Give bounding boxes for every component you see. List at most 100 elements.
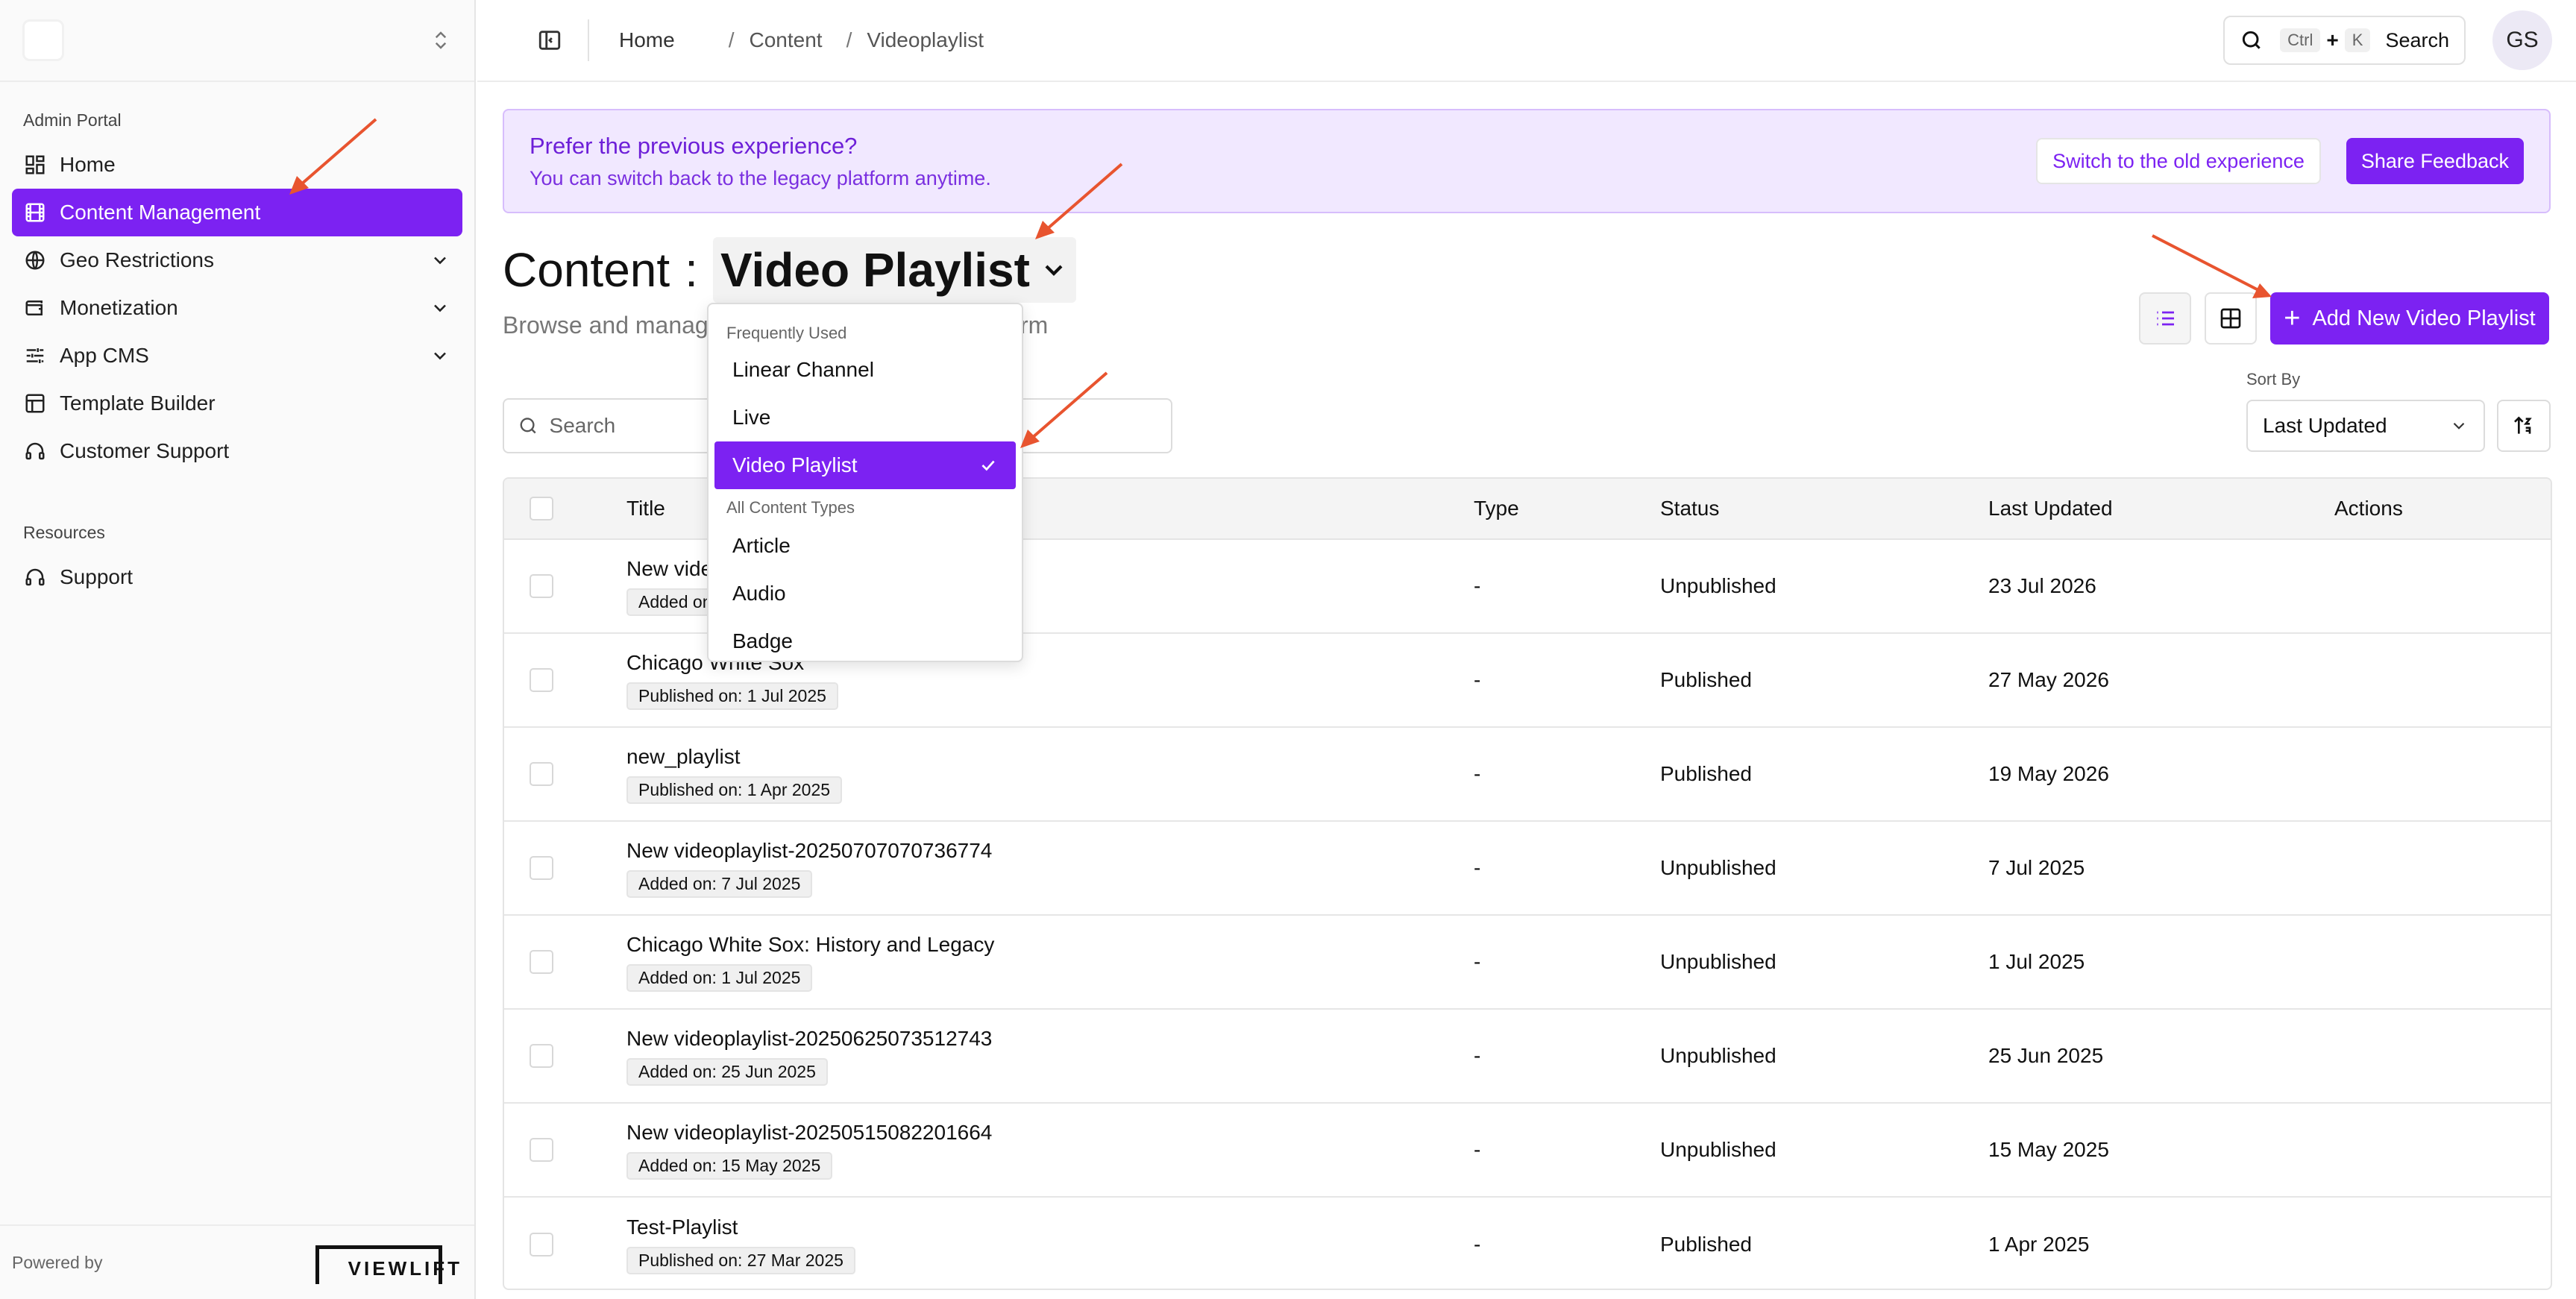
content-type-value: Video Playlist (720, 243, 1030, 297)
add-button-label: Add New Video Playlist (2312, 306, 2536, 330)
table-row[interactable]: New videoplaylist-20250515082201664 Added… (504, 1104, 2551, 1198)
row-title[interactable]: New videoplaylist-20250625073512743 (626, 1027, 1474, 1051)
breadcrumb-home[interactable]: Home (619, 28, 675, 52)
row-title[interactable]: New videoplaylist-20250707070736774 (626, 839, 1474, 863)
wallet-icon (25, 301, 43, 315)
dropdown-option-badge[interactable]: Badge (714, 617, 1016, 661)
row-last-updated: 23 Jul 2026 (1988, 574, 2096, 597)
row-checkbox[interactable] (530, 1138, 553, 1162)
row-status: Published (1660, 668, 1752, 691)
dropdown-option-audio[interactable]: Audio (714, 570, 1016, 617)
sidebar-item-app-cms[interactable]: App CMS (12, 332, 462, 380)
row-checkbox[interactable] (530, 856, 553, 880)
row-checkbox[interactable] (530, 1233, 553, 1256)
row-date-tag: Added on: 15 May 2025 (626, 1151, 833, 1180)
row-type: - (1474, 856, 1481, 879)
breadcrumb-current: Videoplaylist (867, 28, 984, 51)
row-title[interactable]: New videoplaylist-20250515082201664 (626, 1121, 1474, 1145)
row-title[interactable]: Test-Playlist (626, 1215, 1474, 1239)
dropdown-option-label: Video Playlist (732, 453, 858, 476)
layout-icon (25, 394, 45, 413)
chevron-down-icon[interactable] (430, 298, 450, 318)
sidebar: Admin Portal Home Content Management Geo… (0, 0, 476, 1299)
sort-direction-button[interactable] (2497, 400, 2551, 452)
row-checkbox[interactable] (530, 762, 553, 786)
globe-icon (25, 251, 45, 270)
sort-direction-icon (2514, 416, 2532, 434)
sidebar-item-support[interactable]: Support (12, 553, 462, 601)
shortcut-plus: + (2326, 28, 2339, 51)
search-icon (520, 418, 536, 434)
table-row[interactable]: Test-Playlist Published on: 27 Mar 2025 -… (504, 1198, 2551, 1289)
content-type-select[interactable]: Video Playlist (712, 237, 1076, 303)
check-icon (981, 460, 995, 471)
row-status: Published (1660, 1233, 1752, 1256)
row-checkbox[interactable] (530, 1044, 553, 1068)
row-date-tag: Added on: 25 Jun 2025 (626, 1057, 828, 1086)
page-title: Content : Video Playlist (503, 237, 1076, 303)
dropdown-option-linear-channel[interactable]: Linear Channel (714, 346, 1016, 394)
row-type: - (1474, 1233, 1481, 1256)
app-logo[interactable] (22, 19, 64, 61)
row-type: - (1474, 1138, 1481, 1161)
topbar-divider (588, 19, 589, 61)
breadcrumb-content[interactable]: Content (749, 28, 822, 52)
add-new-video-playlist-button[interactable]: + Add New Video Playlist (2270, 292, 2549, 345)
global-search-button[interactable]: Ctrl + K Search (2223, 16, 2466, 65)
dropdown-option-video-playlist[interactable]: Video Playlist (714, 441, 1016, 489)
chevron-down-icon[interactable] (430, 345, 450, 366)
content-type-dropdown: Frequently Used Linear Channel Live Vide… (707, 303, 1023, 662)
column-header-type[interactable]: Type (1474, 497, 1660, 520)
table-row[interactable]: New videoplaylist-20250625073512743 Added… (504, 1010, 2551, 1104)
dropdown-option-live[interactable]: Live (714, 394, 1016, 441)
sidebar-toggle-icon[interactable] (537, 28, 562, 53)
avatar[interactable]: GS (2492, 10, 2552, 70)
row-title[interactable]: new_playlist (626, 745, 1474, 769)
switch-old-experience-button[interactable]: Switch to the old experience (2036, 138, 2321, 184)
chevrons-up-down-icon[interactable] (430, 25, 452, 55)
row-last-updated: 25 Jun 2025 (1988, 1044, 2104, 1067)
table-row[interactable]: new_playlist Published on: 1 Apr 2025 - P… (504, 728, 2551, 822)
row-status: Unpublished (1660, 1044, 1777, 1067)
search-label: Search (2385, 28, 2449, 51)
powered-by-label: Powered by (12, 1252, 103, 1272)
column-header-last-updated[interactable]: Last Updated (1988, 497, 2334, 520)
table-row[interactable]: New videoplaylist-20250707070736774 Added… (504, 822, 2551, 916)
select-all-checkbox[interactable] (530, 497, 553, 520)
row-checkbox[interactable] (530, 574, 553, 598)
chevron-down-icon (1045, 265, 1063, 276)
sort-by-select[interactable]: Last Updated (2246, 400, 2485, 452)
row-last-updated: 15 May 2025 (1988, 1138, 2109, 1161)
annotation-arrow (1020, 371, 1108, 448)
sidebar-item-label: Home (60, 153, 116, 176)
sidebar-item-monetization[interactable]: Monetization (12, 284, 462, 332)
headset-icon (25, 568, 45, 586)
row-last-updated: 1 Jul 2025 (1988, 950, 2085, 973)
sidebar-item-customer-support[interactable]: Customer Support (12, 427, 462, 475)
sidebar-item-home[interactable]: Home (12, 141, 462, 189)
page-title-colon: : (685, 243, 698, 297)
resources-section-label: Resources (23, 523, 105, 542)
chevron-down-icon (2453, 422, 2465, 430)
row-checkbox[interactable] (530, 950, 553, 974)
sidebar-item-geo-restrictions[interactable]: Geo Restrictions (12, 236, 462, 284)
sidebar-footer: Powered by VIEWLIFT (0, 1224, 474, 1299)
sidebar-item-label: App CMS (60, 344, 149, 367)
table-row[interactable]: Chicago White Sox: History and Legacy Add… (504, 916, 2551, 1010)
annotation-arrow (289, 118, 377, 195)
sidebar-item-content-management[interactable]: Content Management (12, 189, 462, 236)
breadcrumb-separator: / (728, 28, 735, 51)
banner-title: Prefer the previous experience? (530, 132, 858, 159)
row-checkbox[interactable] (530, 668, 553, 692)
row-date-tag: Published on: 1 Jul 2025 (626, 682, 838, 710)
dropdown-option-article[interactable]: Article (714, 522, 1016, 570)
row-title[interactable]: Chicago White Sox: History and Legacy (626, 933, 1474, 957)
row-status: Unpublished (1660, 856, 1777, 879)
chevron-down-icon[interactable] (430, 250, 450, 271)
column-header-status[interactable]: Status (1660, 497, 1988, 520)
dropdown-group-frequent: Frequently Used (726, 324, 847, 342)
sidebar-item-template-builder[interactable]: Template Builder (12, 380, 462, 427)
film-icon (25, 203, 45, 222)
share-feedback-button[interactable]: Share Feedback (2346, 138, 2524, 184)
annotation-arrow (1035, 163, 1123, 239)
